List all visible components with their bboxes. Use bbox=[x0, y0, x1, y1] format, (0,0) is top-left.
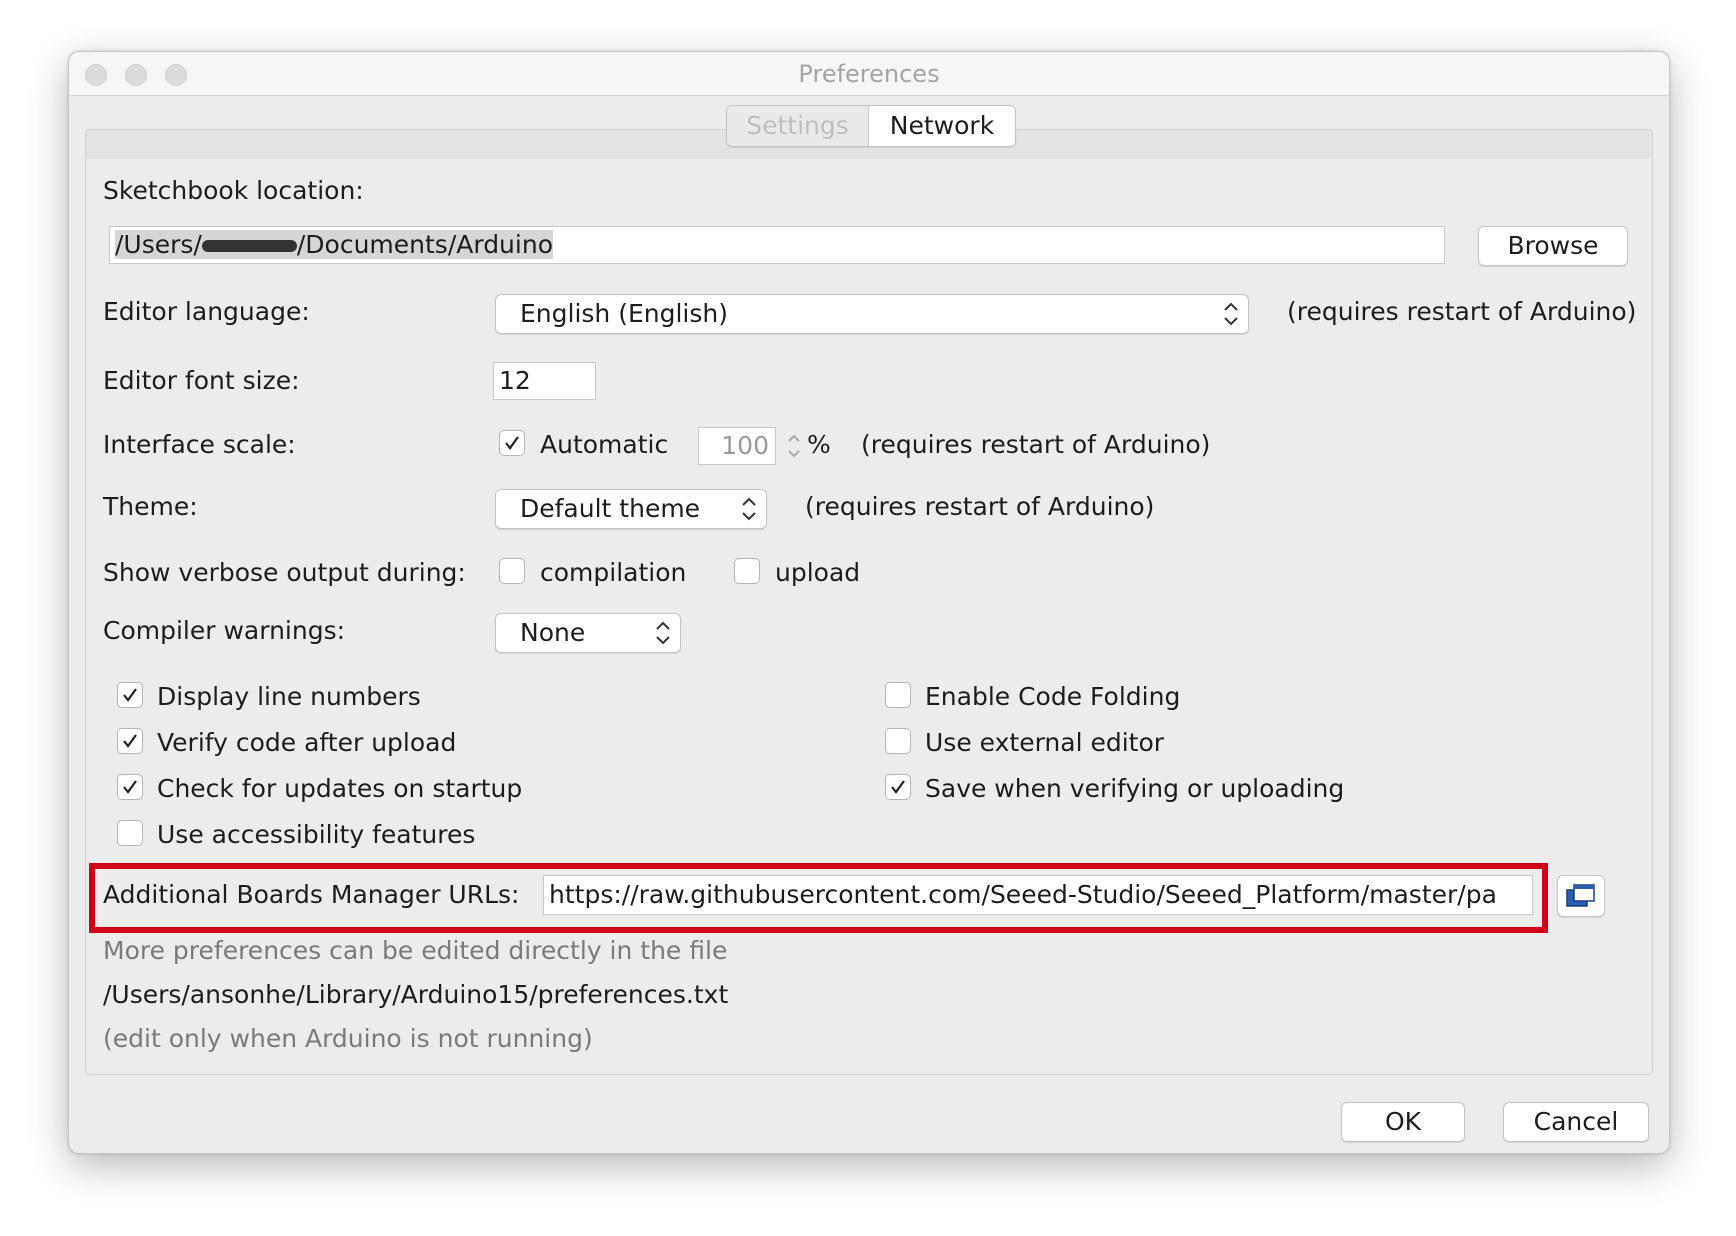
save-when-verifying-checkbox[interactable] bbox=[885, 774, 911, 800]
external-editor-label: Use external editor bbox=[925, 728, 1165, 757]
editor-language-label: Editor language: bbox=[103, 297, 310, 326]
preferences-window: Preferences Settings Network Sketchbook … bbox=[68, 51, 1670, 1154]
checkmark-icon bbox=[891, 780, 905, 794]
automatic-scale-label: Automatic bbox=[540, 430, 669, 459]
verbose-label: Show verbose output during: bbox=[103, 558, 466, 587]
boards-manager-edit-button[interactable] bbox=[1557, 875, 1605, 917]
theme-select[interactable]: Default theme bbox=[495, 489, 767, 529]
browse-button[interactable]: Browse bbox=[1478, 226, 1628, 266]
updown-chevron-icon bbox=[1224, 302, 1238, 326]
updown-chevron-icon bbox=[656, 621, 670, 645]
editor-language-note: (requires restart of Arduino) bbox=[1287, 297, 1637, 326]
verify-after-upload-checkbox[interactable] bbox=[117, 728, 143, 754]
theme-value: Default theme bbox=[520, 494, 701, 523]
compiler-warnings-value: None bbox=[520, 618, 586, 647]
interface-scale-label: Interface scale: bbox=[103, 430, 296, 459]
verify-after-upload-label: Verify code after upload bbox=[157, 728, 457, 757]
editor-language-value: English (English) bbox=[520, 299, 728, 328]
scale-percent-field[interactable]: 100 bbox=[698, 427, 776, 465]
cancel-button[interactable]: Cancel bbox=[1503, 1102, 1649, 1142]
sketchbook-label: Sketchbook location: bbox=[103, 176, 364, 205]
updown-chevron-icon bbox=[742, 497, 756, 521]
font-size-field[interactable]: 12 bbox=[493, 362, 596, 400]
sketchbook-path-prefix: /Users/ bbox=[115, 230, 202, 259]
preferences-file-path: /Users/ansonhe/Library/Arduino15/prefere… bbox=[103, 980, 729, 1009]
tab-bar: Settings Network bbox=[726, 105, 1016, 147]
external-editor-checkbox[interactable] bbox=[885, 728, 911, 754]
code-folding-label: Enable Code Folding bbox=[925, 682, 1181, 711]
redacted-username bbox=[201, 240, 297, 252]
tab-settings[interactable]: Settings bbox=[727, 106, 869, 146]
sketchbook-path-suffix: /Documents/Arduino bbox=[296, 230, 553, 259]
theme-note: (requires restart of Arduino) bbox=[805, 492, 1155, 521]
check-updates-label: Check for updates on startup bbox=[157, 774, 523, 803]
display-line-numbers-label: Display line numbers bbox=[157, 682, 421, 711]
compiler-warnings-label: Compiler warnings: bbox=[103, 616, 346, 645]
verbose-upload-label: upload bbox=[775, 558, 861, 587]
sketchbook-path-field[interactable]: /Users/ /Documents/Arduino bbox=[109, 226, 1445, 264]
checkmark-icon bbox=[505, 436, 519, 450]
interface-scale-note: (requires restart of Arduino) bbox=[861, 430, 1211, 459]
automatic-scale-checkbox[interactable] bbox=[499, 430, 525, 456]
ok-button[interactable]: OK bbox=[1341, 1102, 1465, 1142]
settings-panel bbox=[85, 129, 1653, 1075]
verbose-upload-checkbox[interactable] bbox=[734, 558, 760, 584]
theme-label: Theme: bbox=[103, 492, 198, 521]
tab-network[interactable]: Network bbox=[869, 106, 1015, 146]
window-edit-icon bbox=[1566, 884, 1595, 907]
compiler-warnings-select[interactable]: None bbox=[495, 613, 681, 653]
boards-manager-highlight bbox=[89, 863, 1548, 933]
scale-percent-unit: % bbox=[807, 430, 831, 459]
accessibility-label: Use accessibility features bbox=[157, 820, 476, 849]
scale-stepper-icon[interactable] bbox=[784, 427, 804, 465]
window-title: Preferences bbox=[798, 60, 940, 88]
display-line-numbers-checkbox[interactable] bbox=[117, 682, 143, 708]
font-size-label: Editor font size: bbox=[103, 366, 300, 395]
verbose-compilation-checkbox[interactable] bbox=[499, 558, 525, 584]
title-bar: Preferences bbox=[69, 52, 1669, 96]
checkmark-icon bbox=[123, 688, 137, 702]
save-when-verifying-label: Save when verifying or uploading bbox=[925, 774, 1345, 803]
sketchbook-path-selection: /Users/ /Documents/Arduino bbox=[115, 230, 553, 259]
info-line-3: (edit only when Arduino is not running) bbox=[103, 1024, 593, 1053]
editor-language-select[interactable]: English (English) bbox=[495, 294, 1249, 334]
checkmark-icon bbox=[123, 734, 137, 748]
checkmark-icon bbox=[123, 780, 137, 794]
verbose-compilation-label: compilation bbox=[540, 558, 687, 587]
check-updates-checkbox[interactable] bbox=[117, 774, 143, 800]
accessibility-checkbox[interactable] bbox=[117, 820, 143, 846]
info-line-1: More preferences can be edited directly … bbox=[103, 936, 728, 965]
code-folding-checkbox[interactable] bbox=[885, 682, 911, 708]
